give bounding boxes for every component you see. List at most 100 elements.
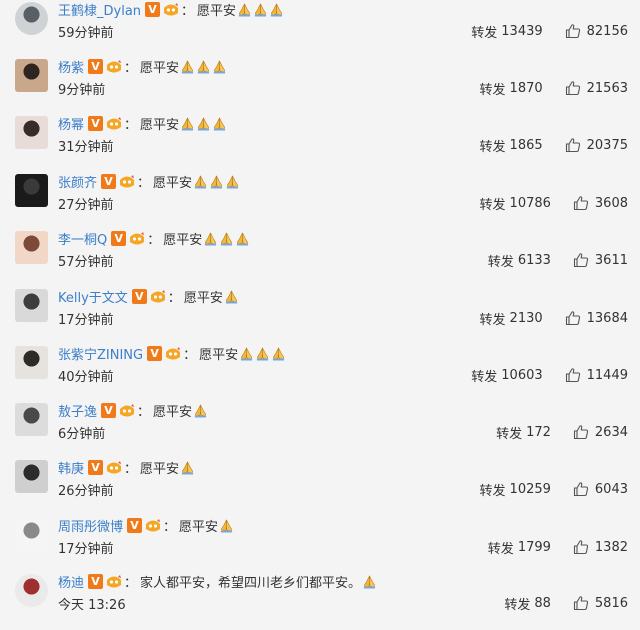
repost-button[interactable]: 转发 xyxy=(480,309,506,328)
avatar[interactable] xyxy=(15,403,48,436)
username-link[interactable]: 杨迪 xyxy=(58,572,84,591)
comment-stats: 转发 10786 3608 xyxy=(480,194,628,213)
thumbs-up-icon[interactable] xyxy=(565,80,581,96)
like-count: 5816 xyxy=(594,595,628,611)
thumbs-up-icon[interactable] xyxy=(565,23,581,39)
v-badge-icon: V xyxy=(145,1,161,17)
level-icon xyxy=(164,346,182,361)
like-count: 13684 xyxy=(586,310,628,326)
repost-button[interactable]: 转发 xyxy=(488,251,514,270)
avatar[interactable] xyxy=(15,2,48,35)
username-link[interactable]: 韩庚 xyxy=(58,458,84,477)
colon-separator: ： xyxy=(163,519,177,535)
thumbs-up-icon[interactable] xyxy=(573,195,589,211)
username-link[interactable]: 王鹤棣_Dylan xyxy=(58,0,141,19)
thumbs-up-icon[interactable] xyxy=(573,424,589,440)
avatar[interactable] xyxy=(15,59,48,92)
comment-row: 张紫宁ZINING V ：愿平安 40分钟前 转发 10603 11449 xyxy=(0,344,640,402)
colon-separator: ： xyxy=(124,117,138,133)
comment-header: 杨迪 V ：家人都平安，希望四川老乡们都平安。 xyxy=(58,572,377,591)
comment-stats: 转发 10603 11449 xyxy=(471,366,628,385)
comment-row: Kelly于文文 V ：愿平安 17分钟前 转发 2130 13684 xyxy=(0,287,640,345)
prayer-hands-icon xyxy=(363,575,376,589)
v-badge-icon: V xyxy=(88,573,104,589)
prayer-hands-icon xyxy=(270,3,283,17)
repost-button[interactable]: 转发 xyxy=(496,423,522,442)
comment-stats: 转发 10259 6043 xyxy=(480,480,628,499)
repost-count: 10259 xyxy=(509,481,551,497)
repost-button[interactable]: 转发 xyxy=(504,594,530,613)
comment-text: 家人都平安，希望四川老乡们都平安。 xyxy=(140,575,362,591)
thumbs-up-icon[interactable] xyxy=(573,539,589,555)
thumbs-up-icon[interactable] xyxy=(565,367,581,383)
repost-button[interactable]: 转发 xyxy=(480,136,506,155)
prayer-hands-icon xyxy=(254,3,267,17)
username-link[interactable]: 张紫宁ZINING xyxy=(58,344,143,363)
username-link[interactable]: 敖子逸 xyxy=(58,401,97,420)
comment-stats: 转发 172 2634 xyxy=(496,423,628,442)
comment-header: 杨紫 V ：愿平安 xyxy=(58,57,227,76)
username-link[interactable]: 杨紫 xyxy=(58,57,84,76)
avatar[interactable] xyxy=(15,231,48,264)
colon-separator: ： xyxy=(167,290,181,306)
comment-time: 17分钟前 xyxy=(58,542,114,557)
repost-button[interactable]: 转发 xyxy=(480,79,506,98)
thumbs-up-icon[interactable] xyxy=(573,252,589,268)
prayer-hands-icon xyxy=(225,290,237,304)
comment-row: 李一桐Q V ：愿平安 57分钟前 转发 6133 3611 xyxy=(0,229,640,287)
prayer-hands-icon xyxy=(241,347,253,361)
repost-count: 6133 xyxy=(517,252,551,268)
comment-row: 韩庚 V ：愿平安 26分钟前 转发 10259 6043 xyxy=(0,458,640,516)
repost-button[interactable]: 转发 xyxy=(488,538,514,557)
comment-stats: 转发 1870 21563 xyxy=(480,79,628,98)
thumbs-up-icon[interactable] xyxy=(573,481,589,497)
like-count: 21563 xyxy=(586,80,628,96)
thumbs-up-icon[interactable] xyxy=(573,595,589,611)
avatar[interactable] xyxy=(15,518,48,551)
v-badge-icon: V xyxy=(101,402,117,418)
repost-count: 88 xyxy=(534,595,551,611)
comment-row: 王鹤棣_Dylan V ：愿平安 59分钟前 转发 13439 82156 xyxy=(0,0,640,58)
avatar[interactable] xyxy=(15,346,48,379)
username-link[interactable]: 李一桐Q xyxy=(58,229,107,248)
prayer-hands-icon xyxy=(181,60,194,74)
username-link[interactable]: 周雨彤微博 xyxy=(58,516,123,535)
avatar[interactable] xyxy=(15,289,48,322)
thumbs-up-icon[interactable] xyxy=(565,137,581,153)
username-link[interactable]: 杨幂 xyxy=(58,114,84,133)
avatar[interactable] xyxy=(15,460,48,493)
comment-time: 27分钟前 xyxy=(58,198,114,213)
level-icon xyxy=(105,59,123,74)
level-icon xyxy=(105,574,123,589)
level-icon xyxy=(162,2,180,17)
like-count: 11449 xyxy=(586,367,628,383)
username-link[interactable]: 张颜齐 xyxy=(58,172,97,191)
level-icon xyxy=(144,518,162,533)
prayer-hands-icon xyxy=(194,404,207,418)
username-link[interactable]: Kelly于文文 xyxy=(58,287,128,306)
repost-button[interactable]: 转发 xyxy=(471,366,497,385)
prayer-hands-icon xyxy=(210,175,223,189)
repost-button[interactable]: 转发 xyxy=(480,194,506,213)
level-icon xyxy=(118,403,136,418)
repost-count: 10786 xyxy=(509,195,551,211)
like-count: 20375 xyxy=(586,137,628,153)
repost-count: 172 xyxy=(526,424,551,440)
thumbs-up-icon[interactable] xyxy=(565,310,581,326)
level-icon xyxy=(128,231,146,246)
level-icon xyxy=(149,289,167,304)
avatar[interactable] xyxy=(15,174,48,207)
comment-stats: 转发 88 5816 xyxy=(504,594,628,613)
repost-button[interactable]: 转发 xyxy=(480,480,506,499)
repost-count: 10603 xyxy=(501,367,543,383)
repost-button[interactable]: 转发 xyxy=(471,22,497,41)
comment-header: 王鹤棣_Dylan V ：愿平安 xyxy=(58,0,284,19)
comment-header: 周雨彤微博 V ：愿平安 xyxy=(58,516,234,535)
comment-header: 张颜齐 V ：愿平安 xyxy=(58,172,240,191)
prayer-hands-icon xyxy=(181,117,194,131)
avatar[interactable] xyxy=(15,116,48,149)
comment-text: 愿平安 xyxy=(153,404,193,420)
repost-count: 1799 xyxy=(517,539,551,555)
comment-time: 17分钟前 xyxy=(58,313,114,328)
avatar[interactable] xyxy=(15,574,48,607)
